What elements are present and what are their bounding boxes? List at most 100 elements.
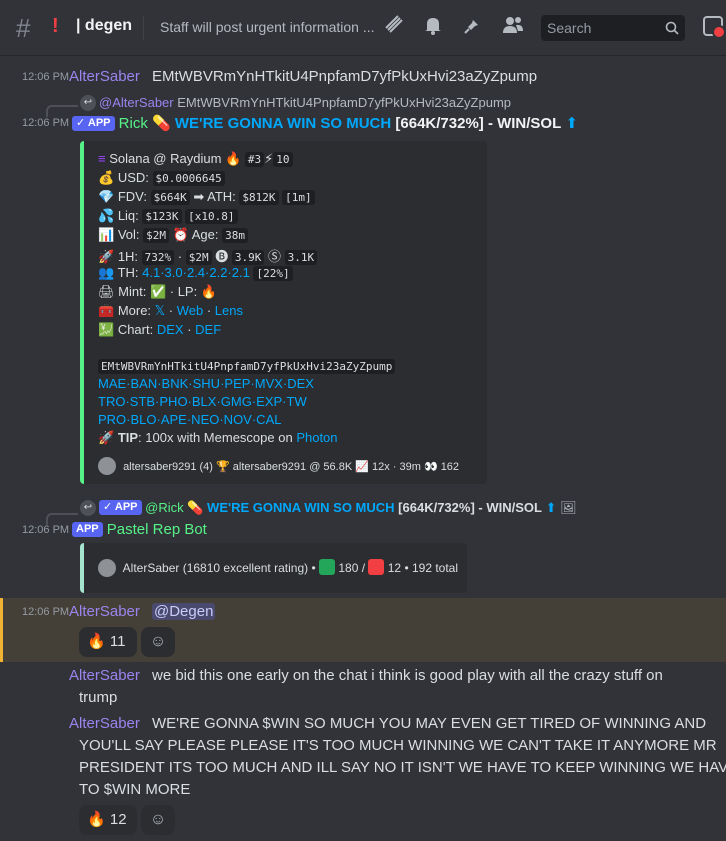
author-name[interactable]: Pastel Rep Bot — [107, 521, 207, 538]
inbox-icon[interactable] — [703, 16, 726, 39]
check-icon: ✅ — [149, 284, 167, 299]
solana-icon: ≡ — [98, 151, 106, 166]
up-arrow-icon: ⬆ — [545, 500, 557, 515]
reply-arrow-icon: ↩ — [80, 95, 96, 111]
embed-line-usd: 💰 USD: $0.0006645 — [98, 170, 225, 186]
web-link[interactable]: Web — [177, 303, 204, 318]
photon-link[interactable]: Photon — [296, 430, 337, 445]
droplets-icon: 💦 — [98, 208, 115, 223]
embed-line-liq: 💦 Liq: $123K [x10.8] — [98, 208, 238, 224]
pill-icon: 💊 — [152, 115, 171, 132]
red-square-icon — [368, 559, 385, 575]
reaction-fire[interactable]: 🔥 11 — [79, 627, 137, 657]
embed-footer: altersaber9291 (4) 🏆 altersaber9291 @ 56… — [98, 457, 459, 475]
threads-icon[interactable] — [382, 14, 408, 40]
header-divider — [143, 16, 144, 40]
exchange-links-1[interactable]: MAE·BAN·BNK·SHU·PEP·MVX·DEX — [98, 376, 314, 391]
holders-icon: 👥 — [98, 265, 115, 280]
headline-stats: [664K/732%] - WIN/SOL — [395, 115, 562, 132]
x-link[interactable]: 𝕏 — [155, 303, 165, 318]
author-name[interactable]: Rick — [119, 115, 148, 132]
image-icon: 🖼 — [560, 500, 577, 515]
message-text-line: WE'RE GONNA $WIN SO MUCH YOU MAY EVEN GE… — [152, 715, 707, 732]
reply-preview[interactable]: ✓ APP @Rick 💊 WE'RE GONNA WIN SO MUCH [6… — [99, 500, 577, 516]
app-badge: APP — [72, 522, 103, 537]
rocket-icon: 🚀 — [98, 249, 115, 264]
rep-avatar — [98, 559, 116, 577]
embed-line-1h: 🚀 1H: 732% · $2M 🅑 3.9K Ⓢ 3.1K — [98, 246, 318, 265]
message-text-line: we bid this one early on the chat i thin… — [152, 667, 663, 684]
message-text: EMtWBVRmYnHTkitU4PnpfamD7yfPkUxHvi23aZyZ… — [152, 68, 538, 85]
author-name[interactable]: AlterSaber — [69, 603, 140, 620]
reply-headline: WE'RE GONNA WIN SO MUCH — [207, 500, 395, 515]
fire-icon: 🔥 — [225, 151, 242, 166]
smiley-icon: ☺ — [149, 633, 167, 650]
embed-line-mint: 🖨 Mint: ✅ · LP: 🔥 — [98, 284, 218, 299]
channel-header: # ! | degen Staff will post urgent infor… — [0, 0, 726, 56]
contract-address[interactable]: EMtWBVRmYnHTkitU4PnpfamD7yfPkUxHvi23aZyZ… — [98, 359, 396, 374]
reply-author: @AlterSaber — [99, 95, 174, 110]
embed-line-th: 👥 TH: 4.1·3.0·2.4·2.2·2.1 [22%] — [98, 265, 293, 281]
add-reaction-button[interactable]: ☺ — [141, 805, 175, 835]
app-badge: ✓ APP — [72, 116, 115, 131]
lens-link[interactable]: Lens — [215, 303, 243, 318]
token-embed: ≡ Solana @ Raydium 🔥 #3 ⚡ 10 💰 USD: $0.000… — [80, 141, 487, 484]
reply-stats: [664K/732%] - WIN/SOL — [398, 500, 542, 515]
message-timestamp: 12:06 PM — [22, 117, 70, 129]
exchange-links-2[interactable]: TRO·STB·PHO·BLX·GMG·EXP·TW — [98, 394, 307, 409]
bar-chart-icon: 📊 — [98, 227, 115, 242]
reaction-fire[interactable]: 🔥 12 — [79, 805, 137, 835]
smiley-icon: ☺ — [149, 811, 167, 828]
embed-line-tip: 🚀 TIP: 100x with Memescope on Photon — [98, 430, 338, 445]
pill-icon: 💊 — [187, 500, 204, 515]
reply-author: @Rick — [145, 500, 184, 515]
top-holders-links[interactable]: 4.1·3.0·2.4·2.2·2.1 — [142, 265, 250, 280]
green-square-icon — [319, 559, 335, 575]
author-name[interactable]: AlterSaber — [69, 715, 140, 732]
fire-icon: 🔥 — [87, 811, 106, 828]
channel-topic[interactable]: Staff will post urgent information ... — [160, 19, 375, 35]
message-header: APP Pastel Rep Bot — [72, 521, 207, 538]
headline: WE'RE GONNA WIN SO MUCH — [174, 115, 392, 132]
pin-icon[interactable] — [460, 14, 486, 40]
channel-name: | degen — [76, 17, 133, 34]
message-header: ✓ APP Rick 💊 WE'RE GONNA WIN SO MUCH [66… — [72, 114, 578, 132]
embed-line-more: 🧰 More: 𝕏 · Web · Lens — [98, 303, 243, 318]
fire-icon: 🔥 — [87, 633, 106, 650]
author-name[interactable]: AlterSaber — [69, 667, 140, 684]
embed-line-fdv: 💎 FDV: $664K ➡ ATH: $812K [1m] — [98, 189, 315, 205]
reply-arrow-icon: ↩ — [80, 500, 96, 516]
notification-bell-icon[interactable] — [420, 14, 446, 40]
gem-icon: 💎 — [98, 189, 115, 204]
reply-preview[interactable]: @AlterSaber EMtWBVRmYnHTkitU4PnpfamD7yfP… — [99, 95, 511, 110]
rocket-tip-icon: 🚀 — [98, 430, 115, 445]
reaction-count: 11 — [109, 633, 126, 650]
message-timestamp: 12:06 PM — [22, 606, 70, 618]
yen-chart-icon: 💹 — [98, 322, 115, 337]
dex-link[interactable]: DEX — [157, 322, 184, 337]
footer-avatar — [98, 457, 116, 475]
role-mention[interactable]: @Degen — [152, 603, 216, 620]
search-input[interactable]: Search — [541, 15, 685, 41]
clock-icon: ⏰ — [172, 227, 189, 242]
printer-icon: 🖨 — [98, 284, 115, 299]
embed-line-vol: 📊 Vol: $2M ⏰ Age: 38m — [98, 227, 248, 243]
reply-text: EMtWBVRmYnHTkitU4PnpfamD7yfPkUxHvi23aZyZ… — [177, 95, 511, 110]
app-badge: ✓ APP — [99, 500, 142, 515]
unread-dot — [712, 25, 726, 39]
sells-icon: Ⓢ — [268, 249, 282, 264]
embed-line-ca: EMtWBVRmYnHTkitU4PnpfamD7yfPkUxHvi23aZyZ… — [98, 358, 396, 374]
rep-embed: AlterSaber (16810 excellent rating) • 18… — [80, 543, 467, 593]
exchange-links-3[interactable]: PRO·BLO·APE·NEO·NOV·CAL — [98, 412, 281, 427]
members-icon[interactable] — [500, 14, 526, 40]
search-icon — [665, 15, 679, 41]
def-link[interactable]: DEF — [195, 322, 221, 337]
embed-line-chain: ≡ Solana @ Raydium 🔥 #3 ⚡ 10 — [98, 151, 293, 167]
add-reaction-button[interactable]: ☺ — [141, 627, 175, 657]
message-timestamp: 12:06 PM — [22, 524, 70, 536]
author-name[interactable]: AlterSaber — [69, 68, 140, 85]
channel-prefix: ! — [52, 15, 59, 37]
message-text-line: trump — [79, 689, 118, 706]
fire-icon: 🔥 — [200, 284, 218, 299]
reaction-count: 12 — [109, 811, 127, 828]
